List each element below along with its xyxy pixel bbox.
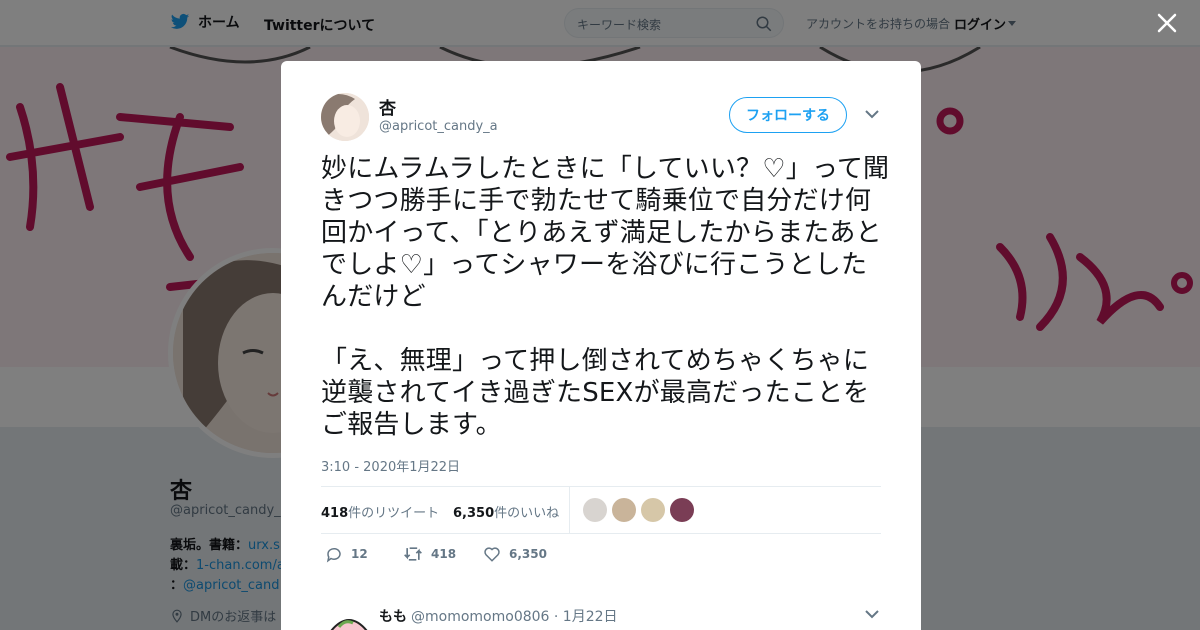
retweet-stat[interactable]: 418件のリツイート bbox=[321, 502, 439, 521]
liker-avatar[interactable] bbox=[583, 498, 607, 522]
tweet-stats: 418件のリツイート 6,350件のいいね bbox=[321, 486, 881, 534]
liker-avatar[interactable] bbox=[612, 498, 636, 522]
retweet-action[interactable]: 418 bbox=[403, 545, 456, 563]
tweet-text: 妙にムラムラしたときに「していい？♡」って聞きつつ勝手に手で勃たせて騎乗位で自分… bbox=[321, 154, 890, 440]
like-stat-count: 6,350 bbox=[453, 506, 495, 521]
reply-author-handle[interactable]: @momomomo0806 bbox=[411, 609, 549, 625]
heart-icon bbox=[484, 547, 500, 562]
retweet-stat-count: 418 bbox=[321, 506, 349, 521]
liker-avatar[interactable] bbox=[641, 498, 665, 522]
retweet-icon bbox=[404, 547, 422, 561]
tweet-timestamp[interactable]: 3:10 - 2020年1月22日 bbox=[321, 456, 460, 475]
like-stat[interactable]: 6,350件のいいね bbox=[453, 502, 559, 521]
like-stat-label: 件のいいね bbox=[494, 506, 560, 521]
reply-author-avatar[interactable] bbox=[325, 611, 373, 630]
reply-date[interactable]: · 1月22日 bbox=[554, 609, 618, 625]
reply-meta: @momomomo0806 · 1月22日 bbox=[411, 606, 618, 626]
author-avatar[interactable] bbox=[321, 93, 369, 141]
follow-button[interactable]: フォローする bbox=[729, 97, 847, 133]
reply-icon bbox=[326, 547, 341, 563]
reply-author-name[interactable]: もも bbox=[379, 606, 407, 626]
stats-divider bbox=[569, 487, 570, 533]
author-name[interactable]: 杏 bbox=[379, 94, 396, 119]
tweet-actions: 12 418 6,350 bbox=[321, 545, 881, 565]
liker-avatar[interactable] bbox=[670, 498, 694, 522]
author-handle[interactable]: @apricot_candy_a bbox=[379, 119, 498, 134]
author-avatar-illustration bbox=[321, 93, 369, 141]
reply-count: 12 bbox=[351, 547, 368, 561]
reply-action[interactable]: 12 bbox=[325, 545, 368, 563]
chevron-down-icon[interactable] bbox=[865, 109, 879, 119]
close-icon[interactable] bbox=[1156, 12, 1178, 34]
like-action[interactable]: 6,350 bbox=[483, 545, 547, 563]
peach-avatar-illustration bbox=[330, 619, 368, 630]
like-count: 6,350 bbox=[509, 547, 547, 561]
tweet-modal: 杏 @apricot_candy_a フォローする 妙にムラムラしたときに「して… bbox=[281, 61, 921, 630]
retweet-stat-label: 件のリツイート bbox=[348, 506, 440, 521]
retweet-count: 418 bbox=[431, 547, 457, 561]
chevron-down-icon[interactable] bbox=[865, 609, 879, 619]
